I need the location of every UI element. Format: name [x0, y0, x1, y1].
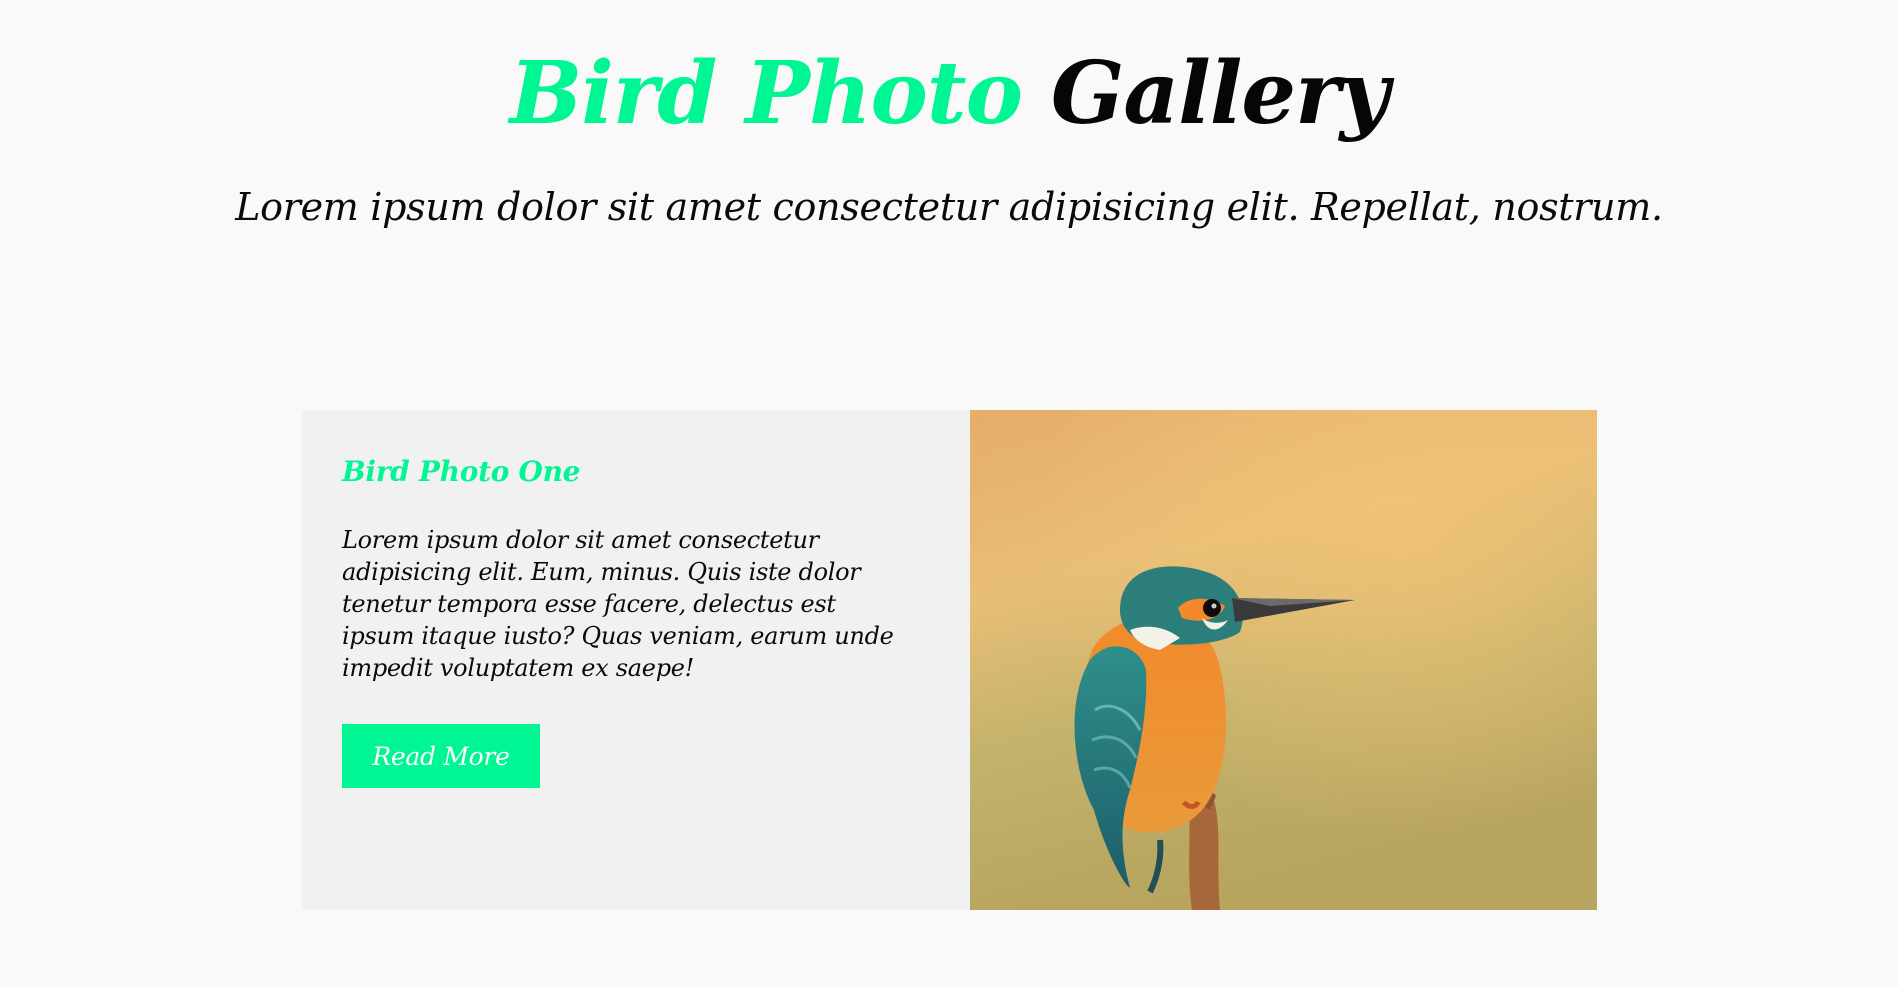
- page-title-accent: Bird Photo: [509, 43, 1023, 144]
- read-more-button[interactable]: Read More: [342, 724, 540, 788]
- card-description: Lorem ipsum dolor sit amet consectetur a…: [342, 526, 894, 682]
- card-title: Bird Photo One: [342, 455, 581, 488]
- page-subtitle: Lorem ipsum dolor sit amet consectetur a…: [235, 185, 1663, 229]
- gallery-card: Bird Photo One Lorem ipsum dolor sit ame…: [302, 410, 1597, 910]
- page-title: Bird Photo Gallery: [0, 44, 1898, 144]
- kingfisher-image: [970, 410, 1597, 910]
- page-title-plain: Gallery: [1050, 43, 1390, 144]
- card-text-panel: Bird Photo One Lorem ipsum dolor sit ame…: [302, 410, 970, 910]
